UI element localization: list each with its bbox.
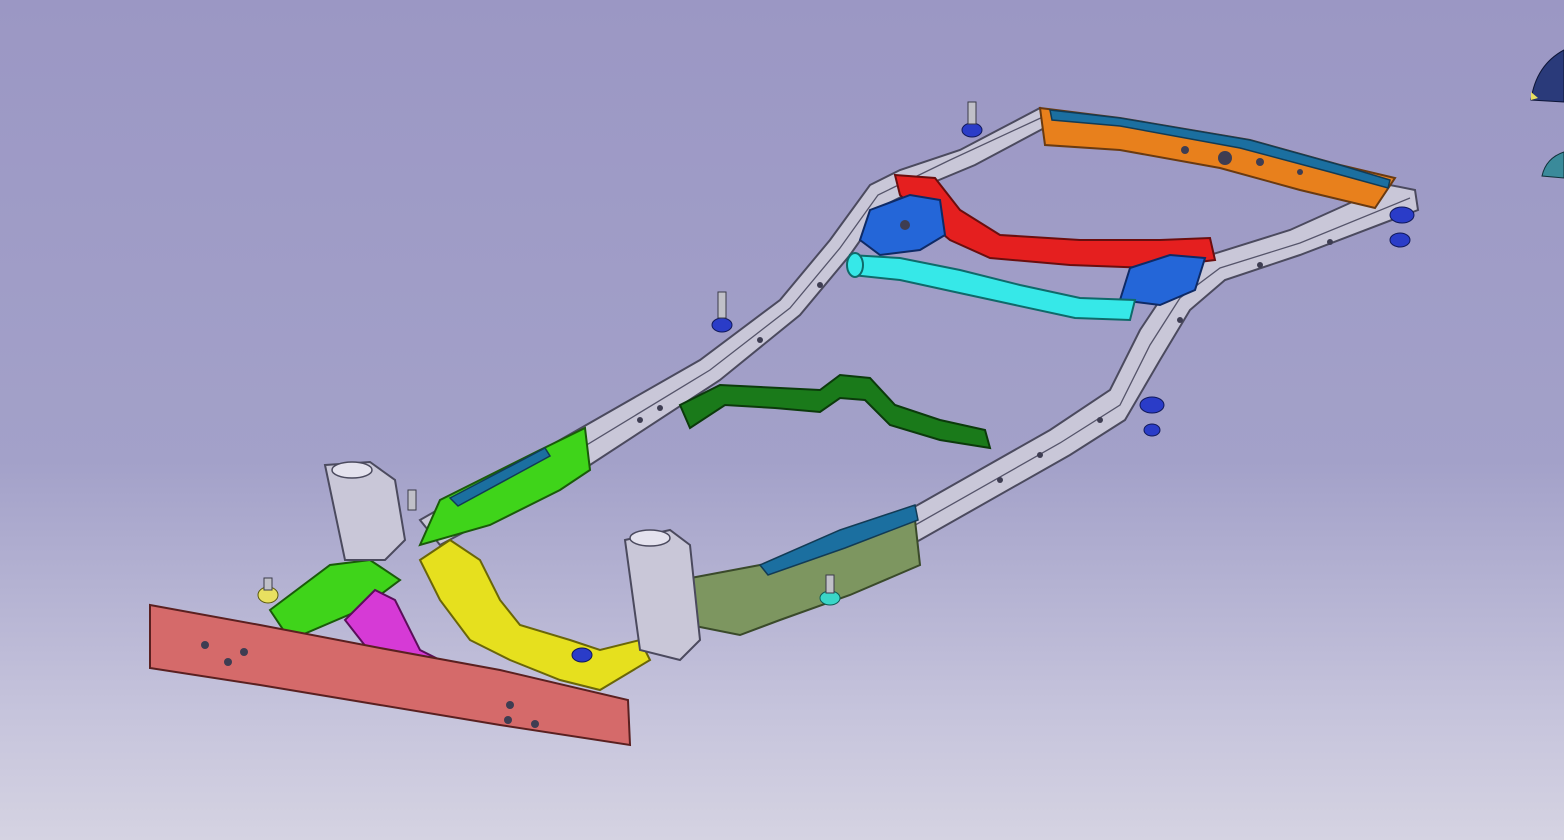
front-tower-left[interactable]	[323, 460, 407, 561]
body-mount-mid-left[interactable]	[711, 291, 733, 333]
3d-viewport[interactable]	[0, 0, 1564, 840]
compass-icon[interactable]	[1528, 40, 1564, 190]
crossmember-dark-green[interactable]	[678, 373, 992, 450]
mid-rail-olive[interactable]	[678, 504, 922, 637]
body-mount-mid-right[interactable]	[1139, 396, 1165, 437]
chassis-frame-model[interactable]	[0, 0, 1564, 840]
front-rail-green[interactable]	[268, 426, 592, 642]
body-mount-front-right[interactable]	[571, 647, 593, 663]
body-mount-front-left[interactable]	[257, 577, 279, 604]
body-mount-rear-left[interactable]	[961, 101, 983, 138]
body-mount-rear-right[interactable]	[1389, 206, 1415, 248]
body-mount-top-left[interactable]	[407, 489, 417, 511]
rear-crossmember[interactable]	[1038, 106, 1397, 210]
